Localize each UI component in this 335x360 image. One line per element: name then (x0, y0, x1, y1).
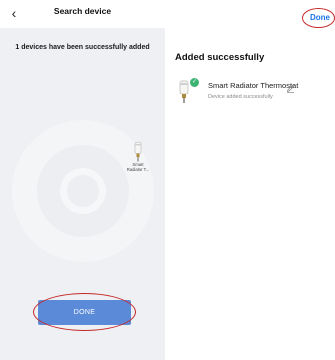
added-heading: Added successfully (175, 52, 265, 63)
screen-title: Search device (53, 6, 112, 16)
check-icon: ✓ (190, 78, 199, 87)
found-device[interactable]: Smart Radiator T... (122, 142, 154, 172)
status-message: 1 devices have been successfully added (15, 44, 150, 51)
device-name: Smart Radiator Thermostat (208, 81, 299, 90)
top-bar: ‹ Search device (0, 0, 165, 28)
device-row[interactable]: ✓ Smart Radiator Thermostat Device added… (175, 78, 325, 108)
pencil-icon[interactable] (286, 80, 295, 93)
search-device-screen: ‹ Search device 1 devices have been succ… (0, 0, 165, 360)
device-status: Device added successfully (208, 94, 273, 100)
done-button[interactable]: DONE (38, 300, 131, 325)
thermostat-icon (134, 142, 142, 162)
done-link[interactable]: Done (310, 13, 330, 22)
radar-ring-center (67, 175, 99, 207)
found-device-name-line2: Radiator T... (126, 167, 150, 172)
